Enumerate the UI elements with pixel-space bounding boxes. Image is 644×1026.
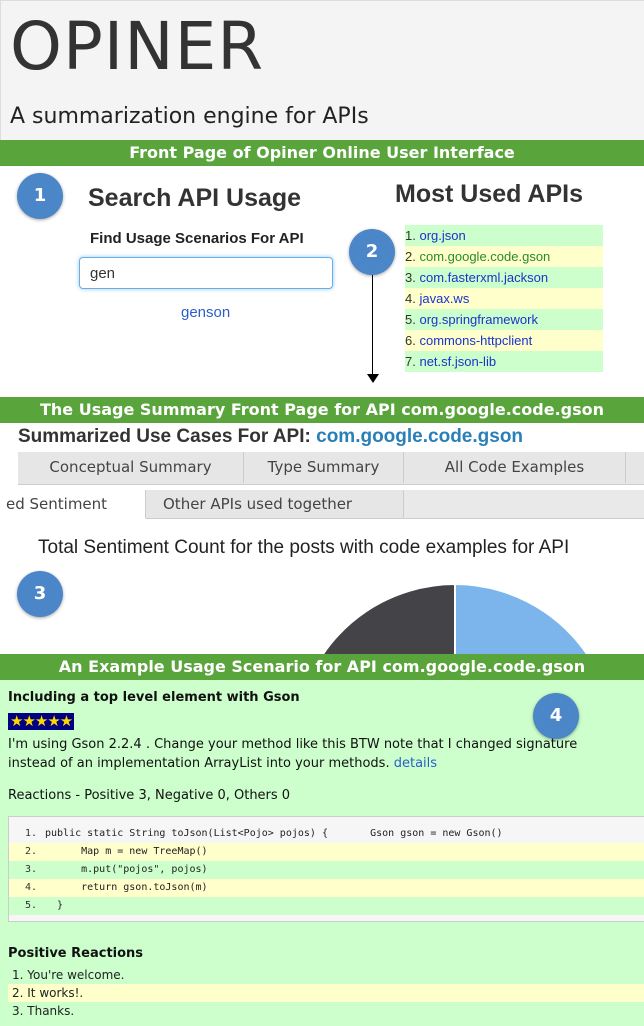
- code-line: 3. m.put("pojos", pojos): [9, 861, 644, 879]
- api-link-javax-ws[interactable]: javax.ws: [419, 291, 469, 306]
- positive-reactions-title: Positive Reactions: [8, 946, 144, 961]
- code-line: 4. return gson.toJson(m): [9, 879, 644, 897]
- api-list-item: 6. commons-httpclient: [405, 330, 603, 351]
- api-link-jackson[interactable]: com.fasterxml.jackson: [419, 270, 548, 285]
- tab-all-code-examples[interactable]: All Code Examples: [404, 452, 626, 483]
- api-link-json-lib[interactable]: net.sf.json-lib: [419, 354, 496, 369]
- flow-arrow-head: [367, 374, 379, 383]
- api-list-num: 4.: [405, 291, 416, 306]
- reaction-item: 2. It works!.: [8, 984, 644, 1002]
- code-line: 1. public static String toJson(List<Pojo>…: [9, 825, 644, 843]
- search-heading: Search API Usage: [88, 184, 302, 212]
- opiner-logo: OPINER: [10, 8, 265, 85]
- pie-slice-other: [321, 584, 456, 654]
- pie-slice-positive: [454, 584, 589, 654]
- subtab-other-apis[interactable]: Other APIs used together: [146, 490, 404, 518]
- api-list-num: 5.: [405, 312, 416, 327]
- step-badge-4: 4: [533, 693, 579, 739]
- summary-page-title: Summarized Use Cases For API: com.google…: [18, 426, 523, 448]
- summary-title-api: com.google.code.gson: [316, 426, 524, 447]
- api-list-item: 3. com.fasterxml.jackson: [405, 267, 603, 288]
- example-title: Including a top level element with Gson: [8, 690, 300, 705]
- example-description-line1: I'm using Gson 2.2.4 . Change your metho…: [8, 737, 578, 752]
- api-search-input[interactable]: [79, 257, 333, 289]
- flow-arrow-line: [372, 262, 373, 376]
- code-line-number: 5.: [24, 900, 37, 911]
- sentiment-pie-chart: [321, 584, 589, 654]
- find-usage-label: Find Usage Scenarios For API: [90, 230, 304, 247]
- code-line-text: public static String toJson(List<Pojo> p…: [45, 828, 503, 839]
- code-line: 2. Map m = new TreeMap(): [9, 843, 644, 861]
- reaction-item: 3. Thanks.: [8, 1002, 644, 1020]
- step-badge-1: 1: [17, 173, 63, 219]
- code-line-number: 2.: [24, 846, 37, 857]
- code-line-text: Map m = new TreeMap(): [45, 846, 208, 857]
- summary-title-prefix: Summarized Use Cases For API:: [18, 426, 311, 447]
- api-list-item: 7. net.sf.json-lib: [405, 351, 603, 372]
- api-list-item: 1. org.json: [405, 225, 603, 246]
- summary-subtab-bar: ed Sentiment Other APIs used together: [0, 490, 644, 519]
- tab-conceptual-summary[interactable]: Conceptual Summary: [18, 452, 244, 483]
- code-line-number: 3.: [24, 864, 37, 875]
- example-description-text: instead of an implementation ArrayList i…: [8, 756, 390, 771]
- step-badge-3: 3: [17, 571, 63, 617]
- tagline: A summarization engine for APIs: [10, 104, 369, 129]
- code-line-number: 1.: [24, 828, 37, 839]
- example-description-line2: instead of an implementation ArrayList i…: [8, 756, 437, 771]
- api-list-item: 5. org.springframework: [405, 309, 603, 330]
- most-used-heading: Most Used APIs: [395, 180, 584, 208]
- sentiment-chart-title: Total Sentiment Count for the posts with…: [38, 537, 570, 558]
- star-rating: ★★★★★: [8, 713, 75, 730]
- tab-type-summary[interactable]: Type Summary: [244, 452, 404, 483]
- section-bar-summary-page: The Usage Summary Front Page for API com…: [0, 397, 644, 423]
- code-line-text: m.put("pojos", pojos): [45, 864, 208, 875]
- most-used-api-list: 1. org.json 2. com.google.code.gson 3. c…: [405, 225, 603, 372]
- api-list-num: 6.: [405, 333, 416, 348]
- section-bar-front-page: Front Page of Opiner Online User Interfa…: [0, 140, 644, 166]
- code-line-number: 4.: [24, 882, 37, 893]
- api-list-num: 7.: [405, 354, 416, 369]
- code-line-text: return gson.toJson(m): [45, 882, 208, 893]
- api-list-num: 1.: [405, 228, 416, 243]
- api-list-item: 4. javax.ws: [405, 288, 603, 309]
- api-link-org-json[interactable]: org.json: [419, 228, 465, 243]
- search-suggestion-genson[interactable]: genson: [181, 304, 230, 321]
- reactions-summary: Reactions - Positive 3, Negative 0, Othe…: [8, 788, 291, 803]
- subtab-sentiment[interactable]: ed Sentiment: [0, 490, 146, 519]
- section-bar-example-page: An Example Usage Scenario for API com.go…: [0, 654, 644, 680]
- summary-tab-bar: Conceptual Summary Type Summary All Code…: [18, 452, 644, 485]
- step-badge-2: 2: [349, 229, 395, 275]
- code-line: 5. }: [9, 897, 644, 915]
- api-link-httpclient[interactable]: commons-httpclient: [419, 333, 532, 348]
- api-link-springframework[interactable]: org.springframework: [419, 312, 538, 327]
- api-list-num: 2.: [405, 249, 416, 264]
- reaction-item: 1. You're welcome.: [8, 966, 644, 984]
- details-link[interactable]: details: [394, 756, 437, 771]
- api-link-gson[interactable]: com.google.code.gson: [419, 249, 550, 264]
- api-list-item: 2. com.google.code.gson: [405, 246, 603, 267]
- code-example-block: 1. public static String toJson(List<Pojo>…: [8, 816, 644, 922]
- positive-reactions-list: 1. You're welcome. 2. It works!. 3. Than…: [8, 966, 644, 1020]
- code-line-text: }: [45, 900, 64, 911]
- api-list-num: 3.: [405, 270, 416, 285]
